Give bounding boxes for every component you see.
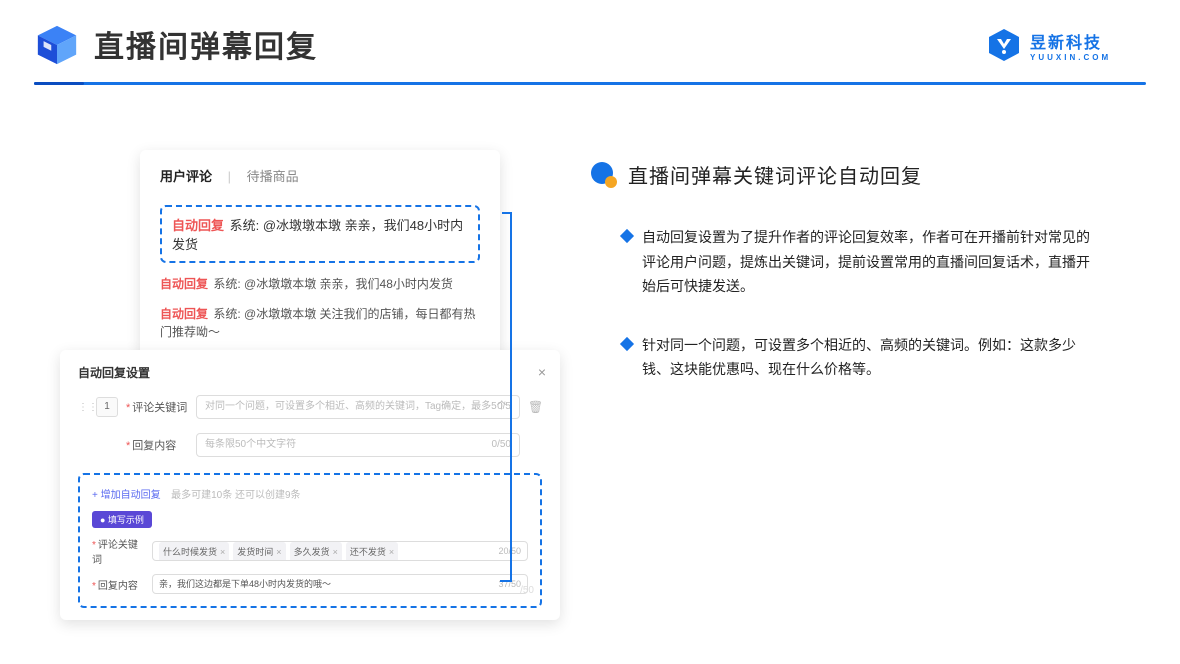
content-counter: 0/50 (492, 434, 511, 456)
example-keyword-label: 评论关键词 (92, 536, 144, 566)
cube-icon (34, 22, 80, 68)
brand-logo: 昱新科技 YUUXIN.COM (986, 22, 1146, 68)
page-header: 直播间弹幕回复 昱新科技 YUUXIN.COM (0, 0, 1180, 90)
example-pill: ● 填写示例 (92, 511, 152, 528)
brand-mark-icon (986, 27, 1022, 63)
bullet-text: 针对同一个问题，可设置多个相近的、高频的关键词。例如：这款多少钱、这块能优惠吗、… (642, 333, 1102, 382)
comment-line: 自动回复 系统: @冰墩墩本墩 关注我们的店铺，每日都有热门推荐呦～ (160, 305, 480, 341)
add-auto-reply-link[interactable]: + 增加自动回复 (92, 490, 161, 501)
bullet-text: 自动回复设置为了提升作者的评论回复效率，作者可在开播前针对常见的评论用户问题，提… (642, 225, 1102, 299)
tab-pending-goods[interactable]: 待播商品 (247, 169, 299, 184)
keyword-chip[interactable]: 多久发货 (290, 542, 342, 561)
keyword-placeholder: 对同一个问题，可设置多个相近、高频的关键词，Tag确定，最多5个 (205, 401, 507, 412)
diamond-bullet-icon (620, 229, 634, 243)
comment-text: 系统: @冰墩墩本墩 亲亲，我们48小时内发货 (213, 277, 453, 291)
example-content-value: 亲，我们这边都是下单48小时内发货的哦～ (159, 579, 331, 589)
ghost-counter: /50 (520, 585, 534, 596)
example-content-label: 回复内容 (92, 577, 144, 592)
chat-bubble-icon (590, 161, 618, 189)
keyword-label: 评论关键词 (126, 399, 188, 415)
section-header: 直播间弹幕关键词评论自动回复 (590, 160, 1130, 189)
header-divider (34, 82, 1146, 85)
trash-icon[interactable]: 🗑 (528, 400, 542, 414)
example-content-input[interactable]: 亲，我们这边都是下单48小时内发货的哦～ 37/50 (152, 574, 528, 594)
tab-user-comments[interactable]: 用户评论 (160, 169, 212, 184)
example-keyword-input[interactable]: 什么时候发货发货时间多久发货还不发货 20/50 (152, 541, 528, 561)
bullet-item: 自动回复设置为了提升作者的评论回复效率，作者可在开播前针对常见的评论用户问题，提… (590, 225, 1130, 299)
bullet-item: 针对同一个问题，可设置多个相近的、高频的关键词。例如：这款多少钱、这块能优惠吗、… (590, 333, 1130, 382)
ui-mock-panel: 用户评论 | 待播商品 自动回复 系统: @冰墩墩本墩 亲亲，我们48小时内发货… (60, 150, 570, 650)
tab-separator: | (228, 169, 231, 184)
content-input[interactable]: 每条限50个中文字符 0/50 (196, 433, 520, 457)
highlighted-reply: 自动回复 系统: @冰墩墩本墩 亲亲，我们48小时内发货 (160, 205, 480, 263)
auto-reply-tag: 自动回复 (172, 218, 224, 233)
keyword-chip[interactable]: 还不发货 (346, 542, 398, 561)
comment-line: 自动回复 系统: @冰墩墩本墩 亲亲，我们48小时内发货 (160, 275, 480, 293)
comments-tabs: 用户评论 | 待播商品 (160, 166, 480, 195)
comments-card: 用户评论 | 待播商品 自动回复 系统: @冰墩墩本墩 亲亲，我们48小时内发货… (140, 150, 500, 370)
example-content-counter: 37/50 (498, 575, 521, 593)
brand-domain: YUUXIN.COM (1030, 53, 1111, 62)
auto-reply-tag: 自动回复 (160, 277, 208, 291)
content-label: 回复内容 (126, 437, 188, 453)
add-auto-reply-hint: 最多可建10条 还可以创建9条 (171, 490, 300, 501)
keyword-chip[interactable]: 什么时候发货 (159, 542, 229, 561)
keyword-input[interactable]: 对同一个问题，可设置多个相近、高频的关键词，Tag确定，最多5个 0/5 (196, 395, 520, 419)
section-title: 直播间弹幕关键词评论自动回复 (628, 160, 922, 189)
content-row: ⋮⋮ 回复内容 每条限50个中文字符 0/50 🗑 (78, 433, 542, 457)
diamond-bullet-icon (620, 336, 634, 350)
row-index: 1 (96, 397, 118, 417)
page-title: 直播间弹幕回复 (94, 22, 318, 66)
content-placeholder: 每条限50个中文字符 (205, 439, 296, 450)
drag-handle-icon[interactable]: ⋮⋮ (78, 402, 88, 413)
auto-reply-settings-card: 自动回复设置 × ⋮⋮ 1 评论关键词 对同一个问题，可设置多个相近、高频的关键… (60, 350, 560, 620)
keyword-chip[interactable]: 发货时间 (233, 542, 285, 561)
example-highlight-box: + 增加自动回复 最多可建10条 还可以创建9条 ● 填写示例 评论关键词 什么… (78, 473, 542, 608)
keyword-counter: 0/5 (497, 396, 511, 418)
settings-title: 自动回复设置 (78, 364, 542, 381)
bullet-list: 自动回复设置为了提升作者的评论回复效率，作者可在开播前针对常见的评论用户问题，提… (590, 225, 1130, 382)
example-content-row: 回复内容 亲，我们这边都是下单48小时内发货的哦～ 37/50 (92, 574, 528, 594)
brand-name: 昱新科技 (1030, 29, 1111, 53)
example-keyword-row: 评论关键词 什么时候发货发货时间多久发货还不发货 20/50 (92, 536, 528, 566)
auto-reply-tag: 自动回复 (160, 307, 208, 321)
example-keyword-counter: 20/50 (498, 542, 521, 560)
keyword-row: ⋮⋮ 1 评论关键词 对同一个问题，可设置多个相近、高频的关键词，Tag确定，最… (78, 395, 542, 419)
connector-line (502, 212, 512, 214)
close-icon[interactable]: × (538, 364, 546, 380)
description-panel: 直播间弹幕关键词评论自动回复 自动回复设置为了提升作者的评论回复效率，作者可在开… (590, 160, 1130, 416)
